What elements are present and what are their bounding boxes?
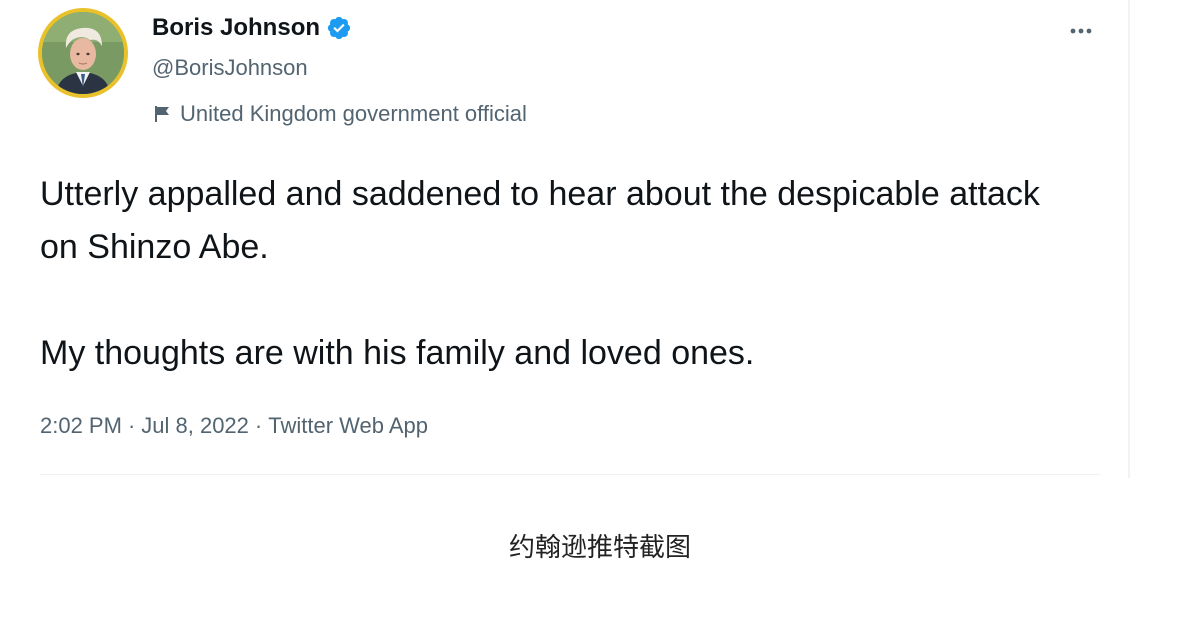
tweet-text-paragraph-2: My thoughts are with his family and love… — [40, 334, 755, 372]
tweet-time[interactable]: 2:02 PM — [40, 408, 122, 444]
avatar[interactable] — [38, 8, 128, 98]
verified-badge-icon — [326, 15, 352, 41]
tweet-body: Utterly appalled and saddened to hear ab… — [40, 168, 1080, 380]
tweet-source[interactable]: Twitter Web App — [268, 408, 428, 444]
tweet-date[interactable]: Jul 8, 2022 — [141, 408, 249, 444]
author-info: Boris Johnson @BorisJohnson United Kingd… — [152, 10, 527, 130]
meta-separator: · — [127, 413, 136, 438]
author-handle[interactable]: @BorisJohnson — [152, 52, 527, 84]
government-label-text[interactable]: United Kingdom government official — [180, 98, 527, 130]
account-label: United Kingdom government official — [152, 98, 527, 130]
tweet-metadata: 2:02 PM · Jul 8, 2022 · Twitter Web App — [40, 408, 428, 444]
image-caption: 约翰逊推特截图 — [508, 533, 691, 563]
tweet-card: Boris Johnson @BorisJohnson United Kingd… — [0, 0, 1100, 478]
author-display-name[interactable]: Boris Johnson — [152, 10, 320, 46]
tweet-divider — [40, 474, 1100, 475]
more-options-icon[interactable] — [1066, 16, 1096, 46]
avatar-photo — [42, 12, 124, 94]
panel-border — [1128, 0, 1130, 478]
flag-icon — [152, 103, 174, 125]
tweet-text-paragraph-1: Utterly appalled and saddened to hear ab… — [40, 175, 1040, 266]
meta-separator: · — [254, 413, 263, 438]
author-name-row: Boris Johnson — [152, 10, 527, 46]
profile-portrait-image — [42, 12, 124, 94]
